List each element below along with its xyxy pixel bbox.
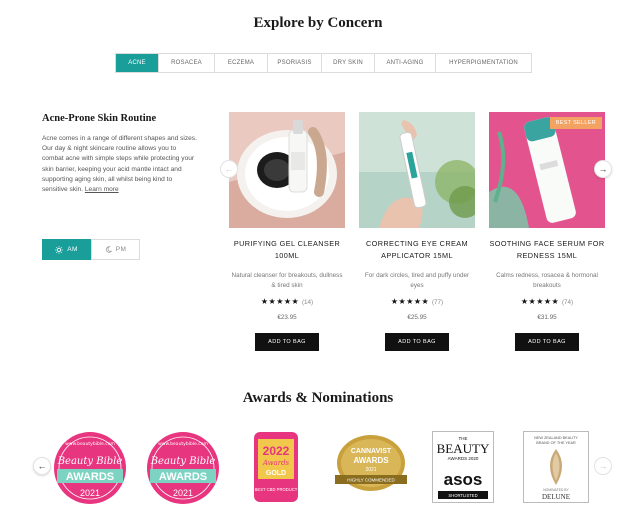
am-label: AM	[67, 246, 78, 253]
svg-text:AWARDS: AWARDS	[66, 471, 114, 483]
svg-text:Beauty Bible: Beauty Bible	[57, 456, 123, 467]
product-rating: ★★★★★ (74)	[489, 297, 605, 306]
product-rating: ★★★★★ (77)	[359, 297, 475, 306]
delune-award-logo: NEW ZEALAND BEAUTY BRAND OF THE YEAR NOM…	[523, 431, 589, 503]
routine-panel: Acne-Prone Skin Routine Acne comes in a …	[42, 113, 197, 195]
add-to-bag-button[interactable]: ADD TO BAG	[515, 333, 579, 351]
best-seller-badge: BEST SELLER	[549, 117, 602, 129]
svg-text:Awards: Awards	[262, 459, 290, 467]
product-name[interactable]: PURIFYING GEL CLEANSER 100ML	[229, 238, 345, 264]
svg-text:AWARDS: AWARDS	[159, 471, 207, 483]
arrow-right-icon: →	[598, 461, 608, 471]
beauty-bible-award-logo: www.beautybible.com Beauty Bible AWARDS …	[147, 432, 219, 504]
product-image[interactable]	[229, 112, 345, 228]
svg-text:NOMINATED BY: NOMINATED BY	[543, 488, 569, 492]
svg-text:GOLD: GOLD	[266, 470, 286, 477]
review-count[interactable]: (74)	[562, 299, 573, 306]
svg-text:2022: 2022	[263, 444, 290, 458]
svg-text:CANNAVIST: CANNAVIST	[351, 448, 392, 455]
product-image[interactable]: BEST SELLER	[489, 112, 605, 228]
svg-text:NEW ZEALAND BEAUTY: NEW ZEALAND BEAUTY	[534, 436, 578, 440]
svg-text:AWARDS: AWARDS	[353, 456, 389, 465]
product-card: CORRECTING EYE CREAM APPLICATOR 15ML For…	[359, 112, 475, 351]
am-button[interactable]: AM	[42, 239, 91, 260]
tab-eczema[interactable]: ECZEMA	[215, 54, 268, 72]
routine-description: Acne comes in a range of different shape…	[42, 134, 197, 195]
rating-stars: ★★★★★	[260, 297, 300, 306]
moon-icon	[105, 246, 112, 253]
arrow-right-icon: →	[598, 164, 608, 174]
tab-rosacea[interactable]: ROSACEA	[159, 54, 215, 72]
product-name[interactable]: SOOTHING FACE SERUM FOR REDNESS 15ML	[489, 238, 605, 264]
products-next-arrow[interactable]: →	[594, 160, 612, 178]
svg-text:www.beautybible.com: www.beautybible.com	[65, 441, 115, 447]
svg-text:2021: 2021	[173, 488, 193, 498]
product-price: €31.95	[537, 314, 557, 321]
awards-next-arrow[interactable]: →	[594, 457, 612, 475]
product-rating: ★★★★★ (14)	[229, 297, 345, 306]
awards-prev-arrow[interactable]: ←	[33, 457, 51, 475]
learn-more-link[interactable]: Learn more	[85, 186, 119, 193]
beauty-bible-award-logo: www.beautybible.com Beauty Bible AWARDS …	[54, 432, 126, 504]
tab-anti-aging[interactable]: ANTI-AGING	[375, 54, 436, 72]
cannavist-award-logo: CANNAVIST AWARDS 2021 HIGHLY COMMENDED	[335, 435, 407, 491]
add-to-bag-button[interactable]: ADD TO BAG	[385, 333, 449, 351]
product-description: For dark circles, tired and puffy under …	[364, 272, 470, 289]
review-count[interactable]: (14)	[302, 299, 313, 306]
svg-text:BEST CBD PRODUCT: BEST CBD PRODUCT	[255, 487, 298, 492]
product-description: Natural cleanser for breakouts, dullness…	[231, 272, 343, 289]
svg-text:AWARDS 2020: AWARDS 2020	[448, 456, 479, 461]
routine-description-text: Acne comes in a range of different shape…	[42, 135, 197, 194]
tab-acne[interactable]: ACNE	[116, 54, 159, 72]
rating-stars: ★★★★★	[520, 297, 560, 306]
concern-tabs: ACNE ROSACEA ECZEMA PSORIASIS DRY SKIN A…	[115, 53, 532, 73]
product-price: €23.95	[277, 314, 297, 321]
routine-title: Acne-Prone Skin Routine	[42, 113, 157, 124]
svg-text:SHORTLISTED: SHORTLISTED	[448, 493, 477, 498]
svg-text:2021: 2021	[365, 467, 376, 473]
tab-hyperpigmentation[interactable]: HYPERPIGMENTATION	[436, 54, 531, 72]
products-prev-arrow[interactable]: ←	[220, 160, 238, 178]
arrow-left-icon: ←	[224, 164, 234, 174]
product-image[interactable]	[359, 112, 475, 228]
product-description: Calms redness, rosacea & hormonal breako…	[496, 272, 598, 289]
review-count[interactable]: (77)	[432, 299, 443, 306]
svg-text:asos: asos	[444, 470, 483, 489]
add-to-bag-button[interactable]: ADD TO BAG	[255, 333, 319, 351]
svg-text:DELUNE: DELUNE	[542, 493, 570, 501]
am-pm-toggle: AM PM	[42, 239, 140, 260]
tab-dry-skin[interactable]: DRY SKIN	[322, 54, 375, 72]
svg-text:www.beautybible.com: www.beautybible.com	[158, 441, 208, 447]
sun-icon	[55, 245, 64, 254]
arrow-left-icon: ←	[37, 461, 47, 471]
svg-text:2021: 2021	[80, 488, 100, 498]
rating-stars: ★★★★★	[390, 297, 430, 306]
tab-psoriasis[interactable]: PSORIASIS	[268, 54, 322, 72]
product-card: PURIFYING GEL CLEANSER 100ML Natural cle…	[229, 112, 345, 351]
gold-2022-award-logo: 2022 Awards GOLD BEST CBD PRODUCT	[254, 432, 298, 502]
explore-heading: Explore by Concern	[253, 15, 383, 31]
pm-label: PM	[115, 246, 127, 253]
product-name[interactable]: CORRECTING EYE CREAM APPLICATOR 15ML	[359, 238, 475, 264]
awards-heading: Awards & Nominations	[242, 390, 394, 406]
svg-text:BEAUTY: BEAUTY	[437, 441, 490, 456]
svg-text:Beauty Bible: Beauty Bible	[150, 456, 216, 467]
asos-beauty-awards-logo: THE BEAUTY AWARDS 2020 asos SHORTLISTED	[432, 431, 494, 503]
svg-text:HIGHLY COMMENDED: HIGHLY COMMENDED	[347, 478, 395, 483]
product-price: €25.95	[407, 314, 427, 321]
product-card: BEST SELLER SOOTHING FACE SERUM FOR REDN…	[489, 112, 605, 351]
svg-text:BRAND OF THE YEAR: BRAND OF THE YEAR	[536, 441, 576, 445]
pm-button[interactable]: PM	[91, 239, 140, 260]
